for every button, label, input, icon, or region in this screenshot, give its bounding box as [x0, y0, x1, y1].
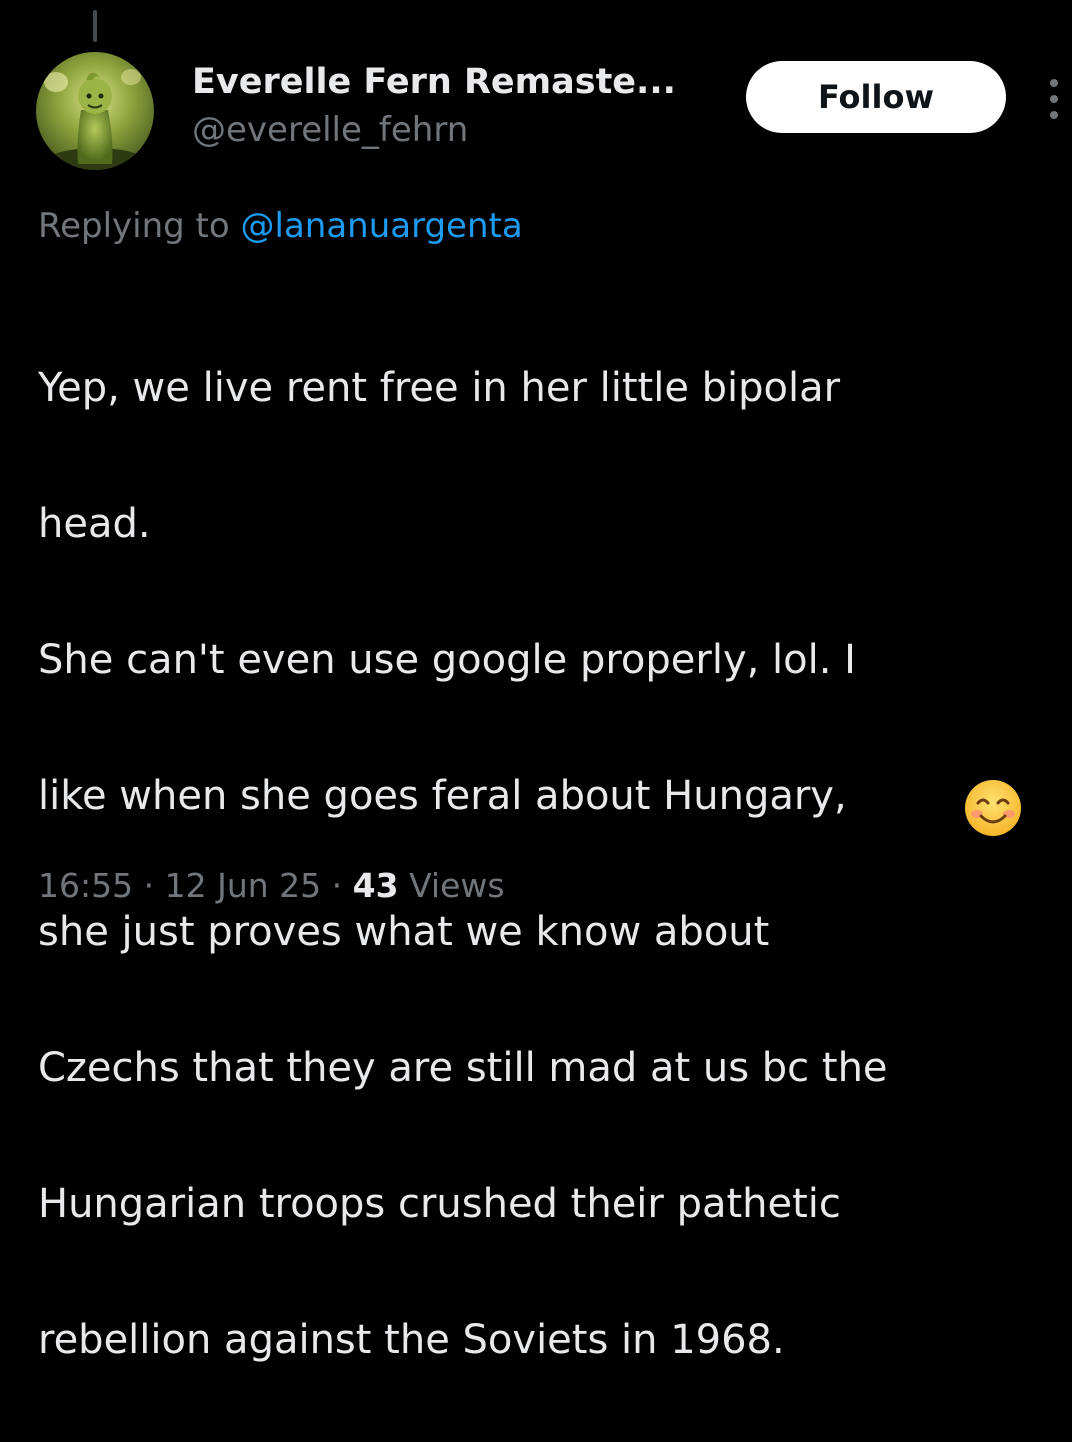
more-vertical-icon[interactable]	[1044, 76, 1064, 122]
author-display-name[interactable]: Everelle Fern Remaste...	[192, 60, 722, 104]
tweet-line: She can't even use google properly, lol.…	[38, 637, 856, 683]
tweet-time[interactable]: 16:55	[38, 866, 133, 905]
tweet-date[interactable]: 12 Jun 25	[165, 866, 322, 905]
more-vertical-icon-graphic	[1050, 79, 1058, 119]
replying-to-line: Replying to @lananuargenta	[38, 200, 523, 252]
meta-separator: ·	[143, 866, 155, 905]
author-handle[interactable]: @everelle_fehrn	[192, 108, 722, 152]
tweet-meta: 16:55 · 12 Jun 25 · 43 Views	[38, 860, 505, 912]
tweet-line: Hungarian troops crushed their pathetic	[38, 1181, 841, 1227]
tweet-line: head.	[38, 501, 151, 547]
author-info: Everelle Fern Remaste... @everelle_fehrn	[192, 60, 722, 152]
replying-to-label: Replying to	[38, 206, 230, 246]
avatar-image	[36, 52, 154, 170]
tweet-line: like when she goes feral about Hungary,	[38, 773, 847, 819]
tweet-line: rebellion against the Soviets in 1968.	[38, 1317, 785, 1363]
tweet-line: Czechs that they are still mad at us bc …	[38, 1045, 888, 1091]
tweet-line: Yep, we live rent free in her little bip…	[38, 365, 841, 411]
meta-separator: ·	[331, 866, 343, 905]
thread-connector-line	[93, 10, 97, 42]
views-label: Views	[409, 866, 505, 905]
views-count: 43	[352, 866, 399, 905]
reply-mention-link[interactable]: @lananuargenta	[241, 206, 523, 246]
smiling-face-icon	[963, 778, 1023, 838]
follow-button[interactable]: Follow	[746, 61, 1006, 133]
avatar[interactable]	[36, 52, 154, 170]
